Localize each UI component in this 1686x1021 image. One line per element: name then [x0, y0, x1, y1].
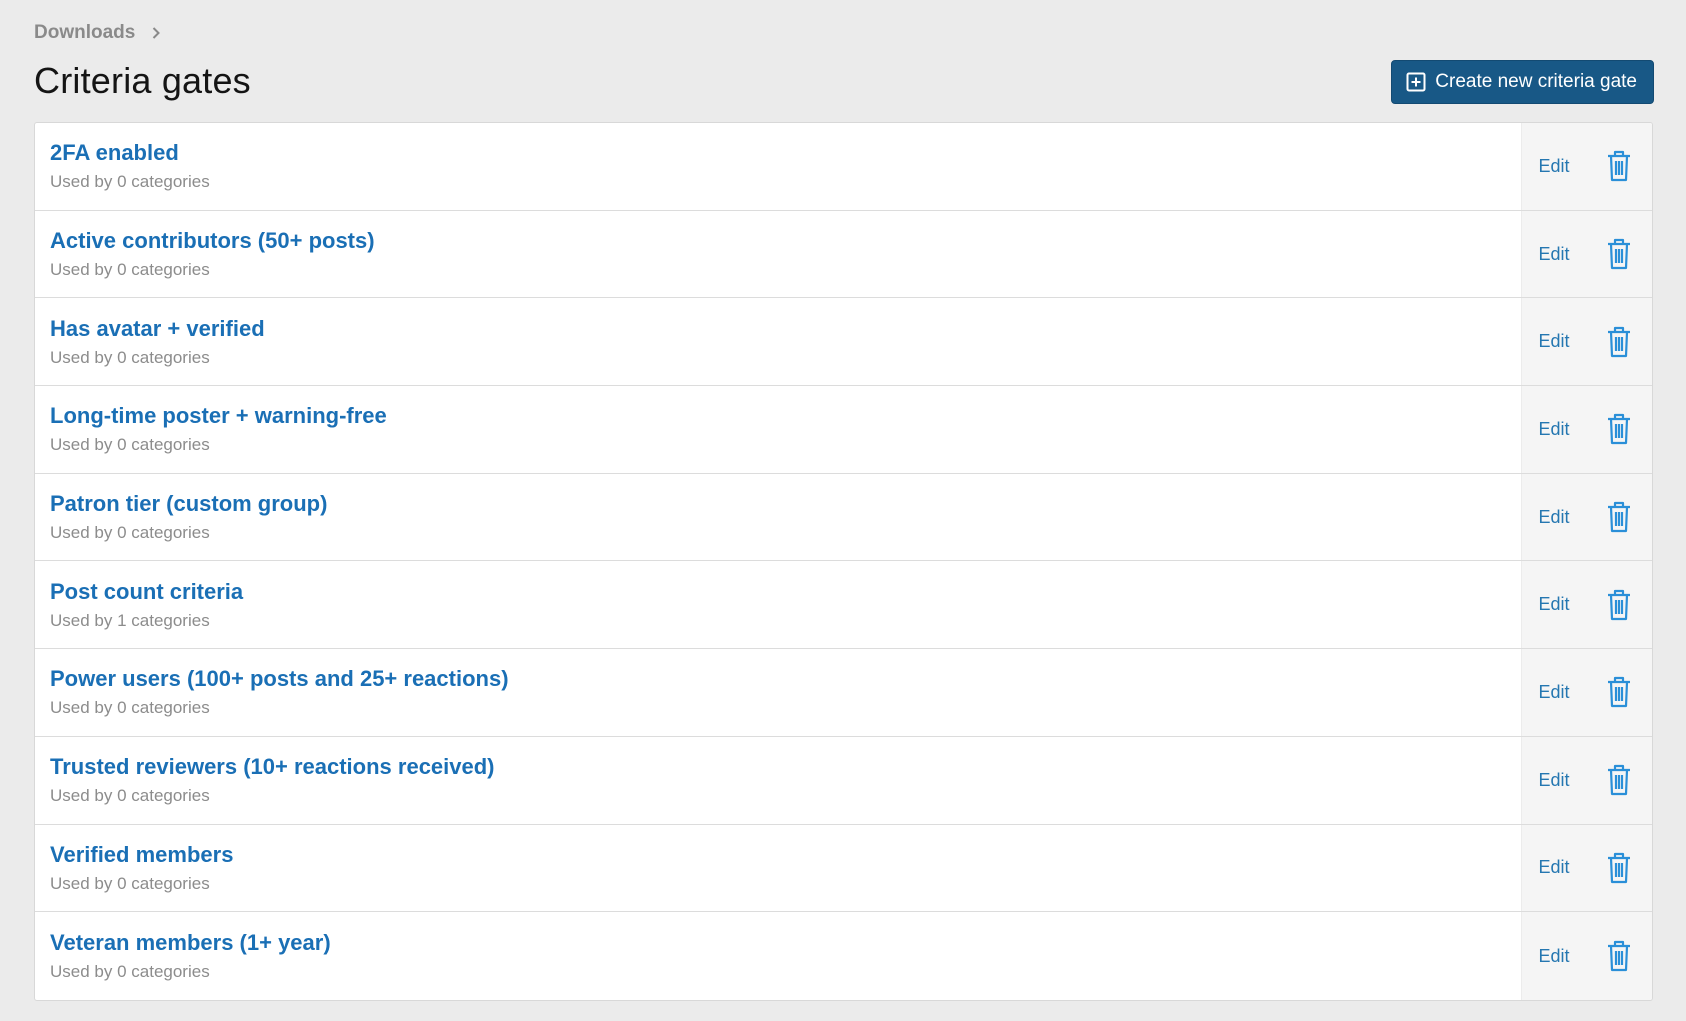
list-item: Trusted reviewers (10+ reactions receive… [35, 736, 1652, 825]
gate-usage-text: Used by 0 categories [50, 260, 210, 280]
gate-usage-text: Used by 0 categories [50, 172, 210, 192]
delete-button[interactable] [1586, 737, 1652, 824]
list-item: Has avatar + verified Used by 0 categori… [35, 298, 1652, 387]
edit-button[interactable]: Edit [1522, 682, 1586, 703]
breadcrumb-item-downloads[interactable]: Downloads [34, 22, 135, 44]
delete-button[interactable] [1586, 912, 1652, 1000]
gate-usage-text: Used by 0 categories [50, 786, 210, 806]
gate-title-link[interactable]: Veteran members (1+ year) [50, 930, 1521, 956]
edit-button[interactable]: Edit [1522, 857, 1586, 878]
edit-button[interactable]: Edit [1522, 419, 1586, 440]
delete-button[interactable] [1586, 298, 1652, 385]
chevron-right-icon [153, 27, 161, 39]
delete-button[interactable] [1586, 386, 1652, 473]
edit-button[interactable]: Edit [1522, 594, 1586, 615]
gate-title-link[interactable]: Long-time poster + warning-free [50, 403, 1521, 429]
gate-title-link[interactable]: Trusted reviewers (10+ reactions receive… [50, 754, 1521, 780]
trash-icon [1608, 589, 1630, 620]
trash-icon [1608, 326, 1630, 357]
edit-button[interactable]: Edit [1522, 946, 1586, 967]
edit-button[interactable]: Edit [1522, 244, 1586, 265]
gate-usage-text: Used by 0 categories [50, 347, 210, 367]
list-item: Patron tier (custom group) Used by 0 cat… [35, 473, 1652, 562]
trash-icon [1608, 852, 1630, 883]
gate-usage-text: Used by 0 categories [50, 523, 210, 543]
page-title: Criteria gates [34, 60, 251, 101]
edit-button[interactable]: Edit [1522, 507, 1586, 528]
gate-usage-text: Used by 0 categories [50, 962, 210, 982]
delete-button[interactable] [1586, 825, 1652, 912]
trash-icon [1608, 238, 1630, 270]
list-item: Veteran members (1+ year) Used by 0 cate… [35, 912, 1652, 1000]
breadcrumb: Downloads [34, 22, 163, 44]
list-item: Long-time poster + warning-free Used by … [35, 386, 1652, 474]
gate-usage-text: Used by 0 categories [50, 873, 210, 893]
create-criteria-gate-button[interactable]: Create new criteria gate [1391, 60, 1654, 104]
trash-icon [1608, 765, 1630, 796]
gate-usage-text: Used by 0 categories [50, 698, 210, 718]
edit-button[interactable]: Edit [1522, 770, 1586, 791]
create-button-label: Create new criteria gate [1435, 71, 1637, 92]
delete-button[interactable] [1586, 123, 1652, 210]
trash-icon [1608, 414, 1630, 445]
gate-title-link[interactable]: Power users (100+ posts and 25+ reaction… [50, 666, 1521, 692]
edit-button[interactable]: Edit [1522, 156, 1586, 177]
list-item: 2FA enabled Used by 0 categories Edit [35, 123, 1652, 211]
list-item: Verified members Used by 0 categories Ed… [35, 824, 1652, 913]
edit-button[interactable]: Edit [1522, 331, 1586, 352]
delete-button[interactable] [1586, 561, 1652, 648]
trash-icon [1608, 151, 1630, 182]
gate-title-link[interactable]: Verified members [50, 842, 1521, 868]
trash-icon [1608, 677, 1630, 708]
gate-usage-text: Used by 0 categories [50, 435, 210, 455]
gate-title-link[interactable]: Has avatar + verified [50, 316, 1521, 342]
delete-button[interactable] [1586, 211, 1652, 298]
delete-button[interactable] [1586, 474, 1652, 561]
list-item: Active contributors (50+ posts) Used by … [35, 210, 1652, 299]
plus-square-icon [1406, 72, 1426, 92]
gate-title-link[interactable]: Post count criteria [50, 579, 1521, 605]
list-item: Post count criteria Used by 1 categories… [35, 561, 1652, 650]
list-item: Power users (100+ posts and 25+ reaction… [35, 649, 1652, 737]
gate-usage-text: Used by 1 categories [50, 610, 210, 630]
gate-title-link[interactable]: 2FA enabled [50, 140, 1521, 166]
trash-icon [1608, 501, 1630, 533]
gate-title-link[interactable]: Patron tier (custom group) [50, 491, 1521, 517]
trash-icon [1608, 940, 1630, 972]
criteria-gate-list: 2FA enabled Used by 0 categories Edit Ac… [34, 122, 1653, 1001]
gate-title-link[interactable]: Active contributors (50+ posts) [50, 228, 1521, 254]
delete-button[interactable] [1586, 649, 1652, 736]
